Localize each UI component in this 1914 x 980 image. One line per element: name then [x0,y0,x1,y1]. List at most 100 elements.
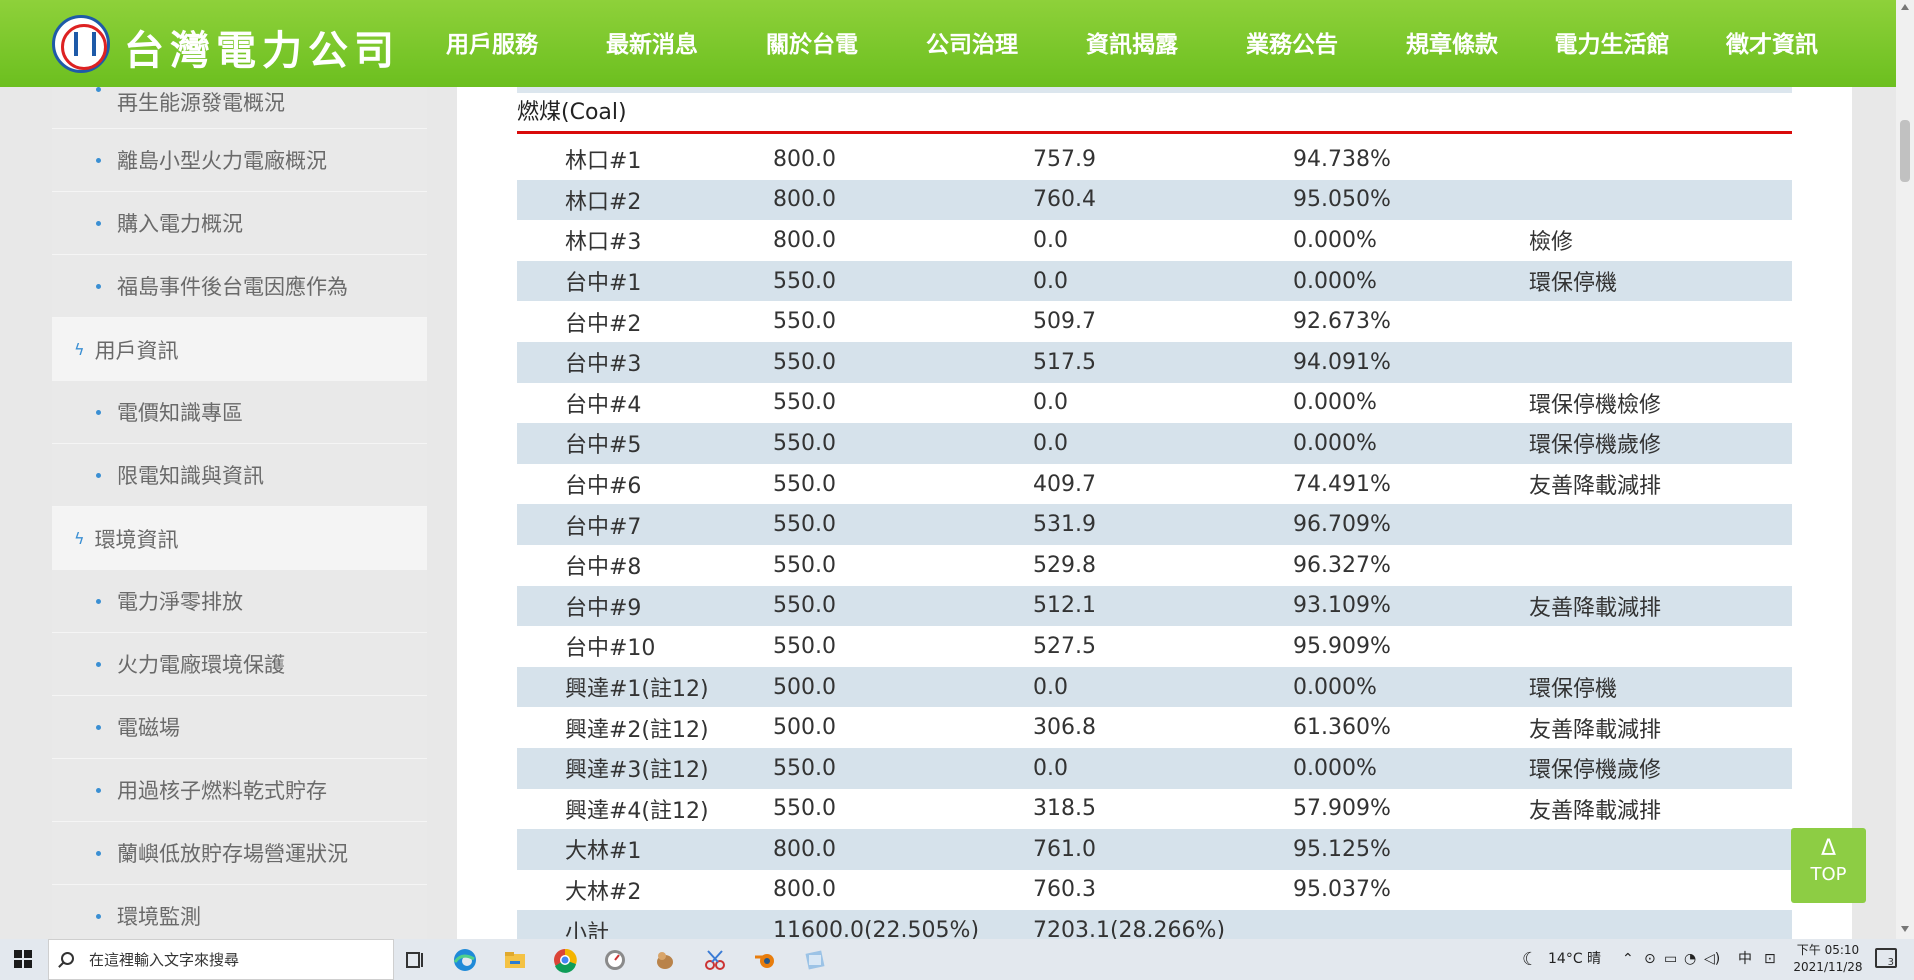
volume-icon[interactable]: ◁) [1704,939,1720,980]
cell-utilization: 94.091% [1293,349,1391,375]
bullet-icon [96,220,101,226]
cell-capacity: 800.0 [773,227,836,253]
sidebar-item-label: 用戶資訊 [94,338,179,363]
cell-utilization: 0.000% [1293,755,1377,781]
sidebar-item[interactable]: 福島事件後台電因應作為 [52,255,427,318]
sidebar-item[interactable]: 再生能源發電概況 [52,87,427,129]
ime-indicator[interactable]: 中 [1738,939,1752,980]
cell-utilization: 95.037% [1293,877,1391,903]
meet-now-icon[interactable]: ⊙ [1644,939,1656,980]
cell-capacity: 800.0 [773,836,836,862]
cell-net-output: 760.4 [1033,187,1096,213]
taskbar-clock[interactable]: 下午 05:10 2021/11/28 [1785,942,1871,976]
cell-unit-name: 興達#3(註12) [565,758,709,784]
cell-unit-name: 台中#7 [565,514,642,540]
table-top-strip [517,87,1792,93]
nav-item-announcements[interactable]: 業務公告 [1212,0,1372,87]
cell-net-output: 306.8 [1033,715,1096,741]
cell-utilization: 57.909% [1293,796,1391,822]
cell-net-output: 0.0 [1033,390,1068,416]
cell-capacity: 550.0 [773,633,836,659]
edge-browser-icon[interactable] [452,947,478,973]
cell-capacity: 800.0 [773,146,836,172]
cell-capacity: 500.0 [773,715,836,741]
clock-date: 2021/11/28 [1793,960,1863,974]
sidebar-item[interactable]: 限電知識與資訊 [52,444,427,507]
network-icon[interactable]: ◔ [1684,939,1696,980]
table-row: 林口#2 800.0 760.4 95.050% [517,179,1792,221]
taskbar-search-input[interactable]: 在這裡輸入文字來搜尋 [48,939,394,980]
sidebar-item[interactable]: 用過核子燃料乾式貯存 [52,759,427,822]
file-explorer-icon[interactable] [502,947,528,973]
sidebar-item[interactable]: 火力電廠環境保護 [52,633,427,696]
blender-icon[interactable] [752,947,778,973]
cell-remark: 友善降載減排 [1529,798,1662,824]
scroll-thumb[interactable] [1900,120,1910,182]
chrome-browser-icon[interactable] [552,947,578,973]
table-row: 台中#9 550.0 512.1 93.109% 友善降載減排 [517,585,1792,627]
app-clock-icon[interactable] [602,947,628,973]
cell-utilization: 0.000% [1293,674,1377,700]
table-row: 大林#2 800.0 760.3 95.037% [517,870,1792,911]
back-to-top-button[interactable]: Δ TOP [1791,828,1866,903]
cell-remark: 環保停機 [1529,271,1618,297]
nav-item-life[interactable]: 電力生活館 [1532,0,1692,87]
sidebar-category[interactable]: ϟ 環境資訊 [52,507,427,570]
sidebar-item[interactable]: 電力淨零排放 [52,570,427,633]
bullet-icon [96,283,101,289]
battery-icon[interactable]: ▭ [1664,939,1677,980]
task-view-icon[interactable] [402,947,428,973]
section-divider [517,131,1792,134]
cell-net-output: 527.5 [1033,633,1096,659]
notification-center-icon[interactable]: 3 [1875,948,1897,968]
main-content: 燃煤(Coal) 林口#1 800.0 757.9 94.738% 林口#2 800.0 7… [457,87,1852,951]
app-bird-icon[interactable] [652,947,678,973]
bullet-icon [96,87,101,92]
sidebar-item[interactable]: 電磁場 [52,696,427,759]
nav-item-about[interactable]: 關於台電 [732,0,892,87]
bullet-icon [96,409,101,415]
cell-capacity: 550.0 [773,512,836,538]
sidebar-item-label: 用過核子燃料乾式貯存 [117,779,327,803]
brand-name[interactable]: 台灣電力公司 [124,18,400,76]
sidebar: 再生能源發電概況 離島小型火力電廠概況 購入電力概況 福島事件後台電因應作為 ϟ 用戶資訊… [52,87,427,948]
app-files-icon[interactable] [802,947,828,973]
weather-status[interactable]: 14°C 晴 [1548,939,1601,980]
nav-item-careers[interactable]: 徵才資訊 [1692,0,1852,87]
cell-remark: 環保停機檢修 [1529,392,1662,418]
sidebar-item[interactable]: 蘭嶼低放貯存場營運狀況 [52,822,427,885]
cell-unit-name: 興達#1(註12) [565,677,709,703]
input-mode-icon[interactable]: ⊡ [1764,939,1776,980]
snipping-tool-icon[interactable] [702,947,728,973]
nav-item-news[interactable]: 最新消息 [572,0,732,87]
sidebar-item[interactable]: 購入電力概況 [52,192,427,255]
nav-item-regulations[interactable]: 規章條款 [1372,0,1532,87]
nav-item-governance[interactable]: 公司治理 [892,0,1052,87]
cell-unit-name: 興達#2(註12) [565,717,709,743]
bullet-icon [96,913,101,919]
weather-moon-icon[interactable]: ☾ [1522,939,1538,980]
cell-capacity: 550.0 [773,755,836,781]
scroll-up-icon[interactable] [1901,4,1909,10]
table-row: 台中#10 550.0 527.5 95.909% [517,626,1792,667]
nav-item-customer-service[interactable]: 用戶服務 [412,0,572,87]
sidebar-item[interactable]: 電價知識專區 [52,381,427,444]
tray-expand-icon[interactable]: ⌃ [1622,939,1634,980]
table-row: 興達#3(註12) 550.0 0.0 0.000% 環保停機歲修 [517,747,1792,789]
sidebar-item-label: 電力淨零排放 [117,590,243,614]
cell-capacity: 500.0 [773,674,836,700]
nav-item-disclosure[interactable]: 資訊揭露 [1052,0,1212,101]
sidebar-item-label: 火力電廠環境保護 [117,653,285,677]
windows-start-icon[interactable] [14,950,32,968]
sidebar-item-label: 電磁場 [117,716,180,740]
sidebar-item[interactable]: 離島小型火力電廠概況 [52,129,427,192]
table-row: 興達#4(註12) 550.0 318.5 57.909% 友善降載減排 [517,789,1792,830]
cell-utilization: 0.000% [1293,390,1377,416]
page-scrollbar[interactable] [1896,0,1914,939]
scroll-down-icon[interactable] [1901,926,1909,932]
sidebar-category[interactable]: ϟ 用戶資訊 [52,318,427,381]
taipower-logo-icon[interactable] [52,15,110,73]
sidebar-item-label: 環境資訊 [94,527,179,552]
cell-remark: 環保停機歲修 [1529,433,1662,459]
cell-unit-name: 大林#1 [565,839,642,865]
